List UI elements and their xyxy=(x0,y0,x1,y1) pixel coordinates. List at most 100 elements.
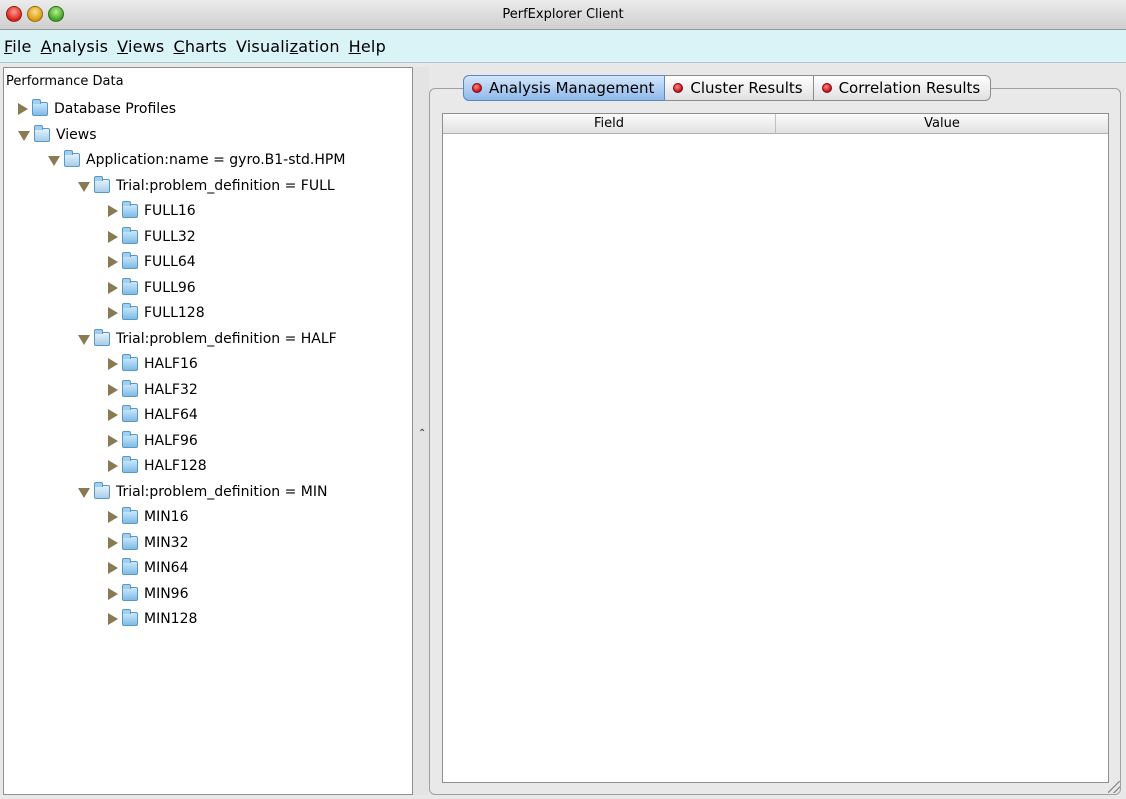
expanded-arrow-icon[interactable] xyxy=(78,487,90,498)
tree-node-label: HALF32 xyxy=(144,381,198,398)
status-dot-icon xyxy=(673,83,684,93)
resize-grip-icon[interactable] xyxy=(1108,781,1120,793)
tab-label: Analysis Management xyxy=(489,79,655,97)
collapsed-arrow-icon[interactable] xyxy=(108,460,118,472)
tree-root-label[interactable]: Performance Data xyxy=(6,74,124,89)
tab-correlation-results[interactable]: Correlation Results xyxy=(813,75,992,101)
menu-analysis[interactable]: Analysis xyxy=(41,37,109,56)
tree-node-label: MIN64 xyxy=(144,560,189,576)
menu-charts[interactable]: Charts xyxy=(173,37,227,56)
column-header-value[interactable]: Value xyxy=(776,114,1108,134)
folder-icon xyxy=(122,277,138,295)
window-title: PerfExplorer Client xyxy=(502,7,624,22)
collapsed-arrow-icon[interactable] xyxy=(108,409,118,421)
tree-node[interactable]: MIN96 xyxy=(108,583,189,605)
tree-node[interactable]: HALF64 xyxy=(108,404,198,426)
collapsed-arrow-icon[interactable] xyxy=(108,434,118,447)
folder-icon xyxy=(122,379,138,397)
field-value-table: Field Value xyxy=(442,113,1109,783)
tree-node[interactable]: HALF16 xyxy=(108,353,198,375)
menu-help[interactable]: Help xyxy=(349,37,386,56)
tree-node[interactable]: Trial:problem_definition = HALF xyxy=(78,328,337,350)
tree-node-label: Views xyxy=(56,126,97,143)
tree-node[interactable]: HALF96 xyxy=(108,430,198,452)
collapsed-arrow-icon[interactable] xyxy=(18,103,28,115)
folder-icon xyxy=(34,124,50,142)
tree-node-label: HALF128 xyxy=(144,458,207,474)
menu-bar: File Analysis Views Charts Visualization Help xyxy=(0,30,1126,63)
collapsed-arrow-icon[interactable] xyxy=(108,511,118,523)
folder-icon xyxy=(64,150,80,167)
tab-cluster-results[interactable]: Cluster Results xyxy=(665,75,814,101)
tree-node[interactable]: Trial:problem_definition = MIN xyxy=(78,481,327,503)
folder-icon xyxy=(122,558,138,575)
folder-icon xyxy=(122,226,138,244)
tab-bar: Analysis Management Cluster Results Correl… xyxy=(463,75,992,101)
menu-views[interactable]: Views xyxy=(117,37,164,56)
tree-node[interactable]: HALF32 xyxy=(108,379,198,401)
collapsed-arrow-icon[interactable] xyxy=(108,562,118,574)
tree-node-label: Trial:problem_definition = MIN xyxy=(116,483,328,500)
tree-node[interactable]: FULL16 xyxy=(108,200,196,222)
performance-data-tree: Performance Data Database Profiles Views A… xyxy=(3,67,413,795)
collapsed-arrow-icon[interactable] xyxy=(108,358,118,370)
folder-icon xyxy=(94,175,110,193)
folder-icon xyxy=(122,303,138,320)
tree-node[interactable]: MIN16 xyxy=(108,506,189,528)
folder-icon xyxy=(122,456,138,473)
expanded-arrow-icon[interactable] xyxy=(48,156,60,166)
tree-node-label: FULL128 xyxy=(144,305,205,321)
tab-label: Correlation Results xyxy=(838,79,981,97)
tree-node[interactable]: Views xyxy=(18,124,97,146)
tree-node-label: Database Profiles xyxy=(54,101,177,117)
tree-node-label: FULL96 xyxy=(144,279,196,296)
tree-node[interactable]: Trial:problem_definition = FULL xyxy=(78,175,335,197)
collapsed-arrow-icon[interactable] xyxy=(108,587,118,600)
folder-icon xyxy=(122,201,138,218)
menu-file[interactable]: File xyxy=(4,37,32,56)
folder-icon xyxy=(94,481,110,499)
collapsed-arrow-icon[interactable] xyxy=(108,307,118,319)
folder-icon xyxy=(122,583,138,601)
tree-node[interactable]: HALF128 xyxy=(108,455,207,477)
collapsed-arrow-icon[interactable] xyxy=(108,230,118,243)
collapsed-arrow-icon[interactable] xyxy=(108,281,118,294)
tree-node[interactable]: FULL32 xyxy=(108,226,196,248)
tree-node-label: HALF16 xyxy=(144,356,198,372)
tree-node[interactable]: Application:name = gyro.B1-std.HPM xyxy=(48,149,345,171)
expanded-arrow-icon[interactable] xyxy=(78,334,90,345)
folder-icon xyxy=(122,507,138,524)
folder-icon xyxy=(122,532,138,550)
title-bar: PerfExplorer Client xyxy=(0,0,1126,30)
tree-node[interactable]: MIN128 xyxy=(108,608,197,630)
column-header-field[interactable]: Field xyxy=(443,114,776,134)
collapsed-arrow-icon[interactable] xyxy=(108,256,118,268)
tree-node[interactable]: FULL96 xyxy=(108,277,196,299)
tree-node-label: MIN32 xyxy=(144,534,189,551)
collapsed-arrow-icon[interactable] xyxy=(108,205,118,217)
collapse-arrow-icon[interactable]: ⌃ xyxy=(418,428,426,439)
menu-visualization[interactable]: Visualization xyxy=(236,37,340,56)
folder-icon xyxy=(94,328,110,346)
collapsed-arrow-icon[interactable] xyxy=(108,383,118,396)
folder-icon xyxy=(122,430,138,448)
tree-node[interactable]: MIN64 xyxy=(108,557,189,579)
tree-node-label: Application:name = gyro.B1-std.HPM xyxy=(86,152,346,168)
tree-node-label: MIN96 xyxy=(144,585,189,602)
tree-node-label: HALF64 xyxy=(144,407,198,423)
collapsed-arrow-icon[interactable] xyxy=(108,536,118,549)
tree-node[interactable]: MIN32 xyxy=(108,532,189,554)
tree-node[interactable]: FULL64 xyxy=(108,251,196,273)
expanded-arrow-icon[interactable] xyxy=(78,181,90,192)
tree-node[interactable]: FULL128 xyxy=(108,302,205,324)
collapsed-arrow-icon[interactable] xyxy=(108,613,118,625)
tree-node[interactable]: Database Profiles xyxy=(18,98,176,120)
status-dot-icon xyxy=(472,83,482,93)
tree-node-label: MIN128 xyxy=(144,611,198,627)
tree-node-label: FULL32 xyxy=(144,228,196,245)
folder-icon xyxy=(122,609,138,626)
tab-label: Cluster Results xyxy=(690,79,803,97)
tab-analysis-management[interactable]: Analysis Management xyxy=(463,75,666,101)
expanded-arrow-icon[interactable] xyxy=(18,130,30,141)
tree-node-label: MIN16 xyxy=(144,509,189,525)
